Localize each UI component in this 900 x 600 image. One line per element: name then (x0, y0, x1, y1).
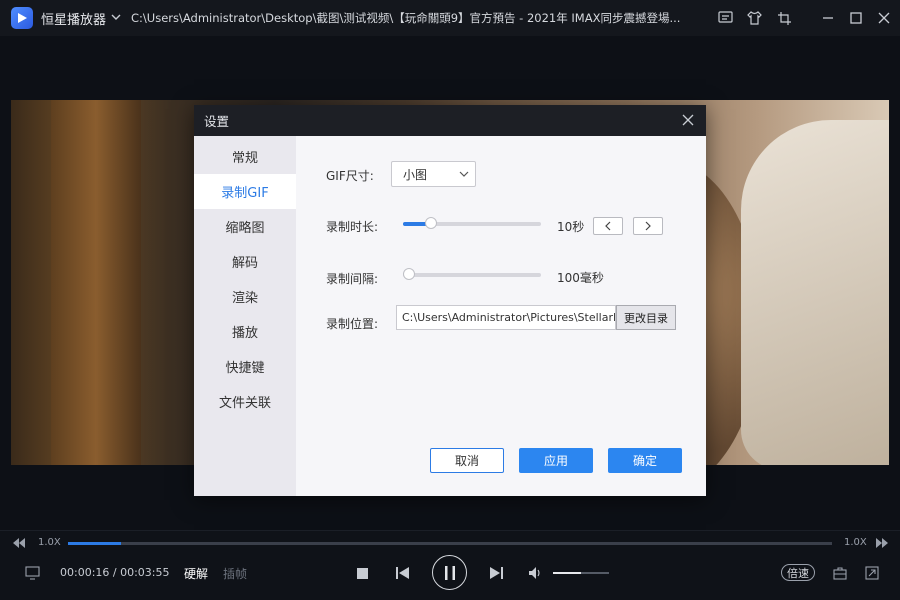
location-label: 录制位置: (326, 317, 379, 331)
app-name[interactable]: 恒星播放器 (41, 9, 106, 28)
previous-icon[interactable] (394, 566, 410, 580)
speed-left-label: 1.0X (38, 537, 61, 548)
settings-nav: 常规 录制GIF 缩略图 解码 渲染 播放 快捷键 文件关联 (194, 136, 296, 496)
volume-icon[interactable] (527, 566, 543, 580)
maximize-icon[interactable] (846, 8, 866, 28)
apply-button[interactable]: 应用 (519, 448, 593, 473)
duration-slider-handle[interactable] (425, 217, 437, 229)
feedback-icon[interactable] (715, 8, 735, 28)
nav-item-render[interactable]: 渲染 (194, 279, 296, 314)
pause-icon (444, 565, 455, 580)
duration-increase-button[interactable] (633, 217, 663, 235)
video-content (741, 120, 889, 465)
playback-speed-button[interactable]: 倍速 (781, 564, 815, 581)
speed-right-label: 1.0X (844, 537, 867, 548)
nav-item-thumbnail[interactable]: 缩略图 (194, 209, 296, 244)
dialog-header: 设置 (194, 105, 706, 136)
chevron-down-icon (459, 168, 469, 182)
next-icon[interactable] (488, 566, 504, 580)
video-content (51, 100, 141, 465)
settings-panel: GIF尺寸: 小图 录制时长: 10秒 录制间隔: 100毫秒 录制位置: C:… (296, 136, 706, 496)
seek-bar-progress (68, 542, 122, 545)
volume-slider-fill (553, 572, 581, 574)
duration-label: 录制时长: (326, 220, 379, 234)
speed-up-icon[interactable] (874, 537, 890, 549)
chevron-down-icon[interactable] (111, 12, 121, 25)
gif-size-select[interactable]: 小图 (391, 161, 476, 187)
skin-icon[interactable] (744, 8, 764, 28)
time-display: 00:00:16 / 00:03:55 (60, 566, 170, 579)
frame-interpolation-toggle[interactable]: 插帧 (223, 565, 247, 582)
interval-label: 录制间隔: (326, 272, 379, 286)
duration-decrease-button[interactable] (593, 217, 623, 235)
close-icon[interactable] (874, 8, 894, 28)
seek-bar[interactable] (68, 542, 832, 545)
control-bar: 1.0X 1.0X 00:00:16 / 00:03:55 硬解 插帧 倍速 (0, 530, 900, 600)
nav-item-shortcuts[interactable]: 快捷键 (194, 349, 296, 384)
close-icon[interactable] (680, 112, 696, 128)
gif-size-label: GIF尺寸: (326, 169, 374, 183)
speed-down-icon[interactable] (11, 537, 27, 549)
nav-item-record-gif[interactable]: 录制GIF (194, 174, 296, 209)
nav-item-file-association[interactable]: 文件关联 (194, 384, 296, 419)
minimize-icon[interactable] (818, 8, 838, 28)
file-path-title: C:\Users\Administrator\Desktop\截图\测试视频\【… (131, 11, 681, 25)
app-logo-icon[interactable] (11, 7, 33, 29)
nav-item-general[interactable]: 常规 (194, 139, 296, 174)
change-directory-button[interactable]: 更改目录 (616, 305, 676, 330)
nav-item-decode[interactable]: 解码 (194, 244, 296, 279)
pause-button[interactable] (432, 555, 467, 590)
cancel-button[interactable]: 取消 (430, 448, 504, 473)
dialog-title: 设置 (204, 114, 230, 129)
toolbox-icon[interactable] (832, 565, 848, 581)
interval-value: 100毫秒 (557, 271, 604, 285)
duration-slider[interactable] (403, 217, 541, 229)
title-bar: 恒星播放器 C:\Users\Administrator\Desktop\截图\… (0, 0, 900, 36)
gif-size-value: 小图 (403, 167, 428, 182)
fullscreen-icon[interactable] (864, 565, 880, 581)
chevron-right-icon (645, 221, 651, 231)
volume-slider[interactable] (553, 572, 609, 574)
screen-cast-icon[interactable] (24, 565, 40, 581)
duration-value: 10秒 (557, 220, 585, 234)
hardware-decode-toggle[interactable]: 硬解 (184, 565, 208, 582)
record-path-input[interactable]: C:\Users\Administrator\Pictures\StellarP… (396, 305, 616, 330)
ok-button[interactable]: 确定 (608, 448, 682, 473)
crop-icon[interactable] (774, 8, 794, 28)
stop-icon[interactable] (355, 566, 369, 580)
interval-slider-handle[interactable] (403, 268, 415, 280)
nav-item-playback[interactable]: 播放 (194, 314, 296, 349)
interval-slider[interactable] (403, 268, 541, 280)
chevron-left-icon (605, 221, 611, 231)
settings-dialog: 设置 常规 录制GIF 缩略图 解码 渲染 播放 快捷键 文件关联 GIF尺寸:… (194, 105, 706, 496)
